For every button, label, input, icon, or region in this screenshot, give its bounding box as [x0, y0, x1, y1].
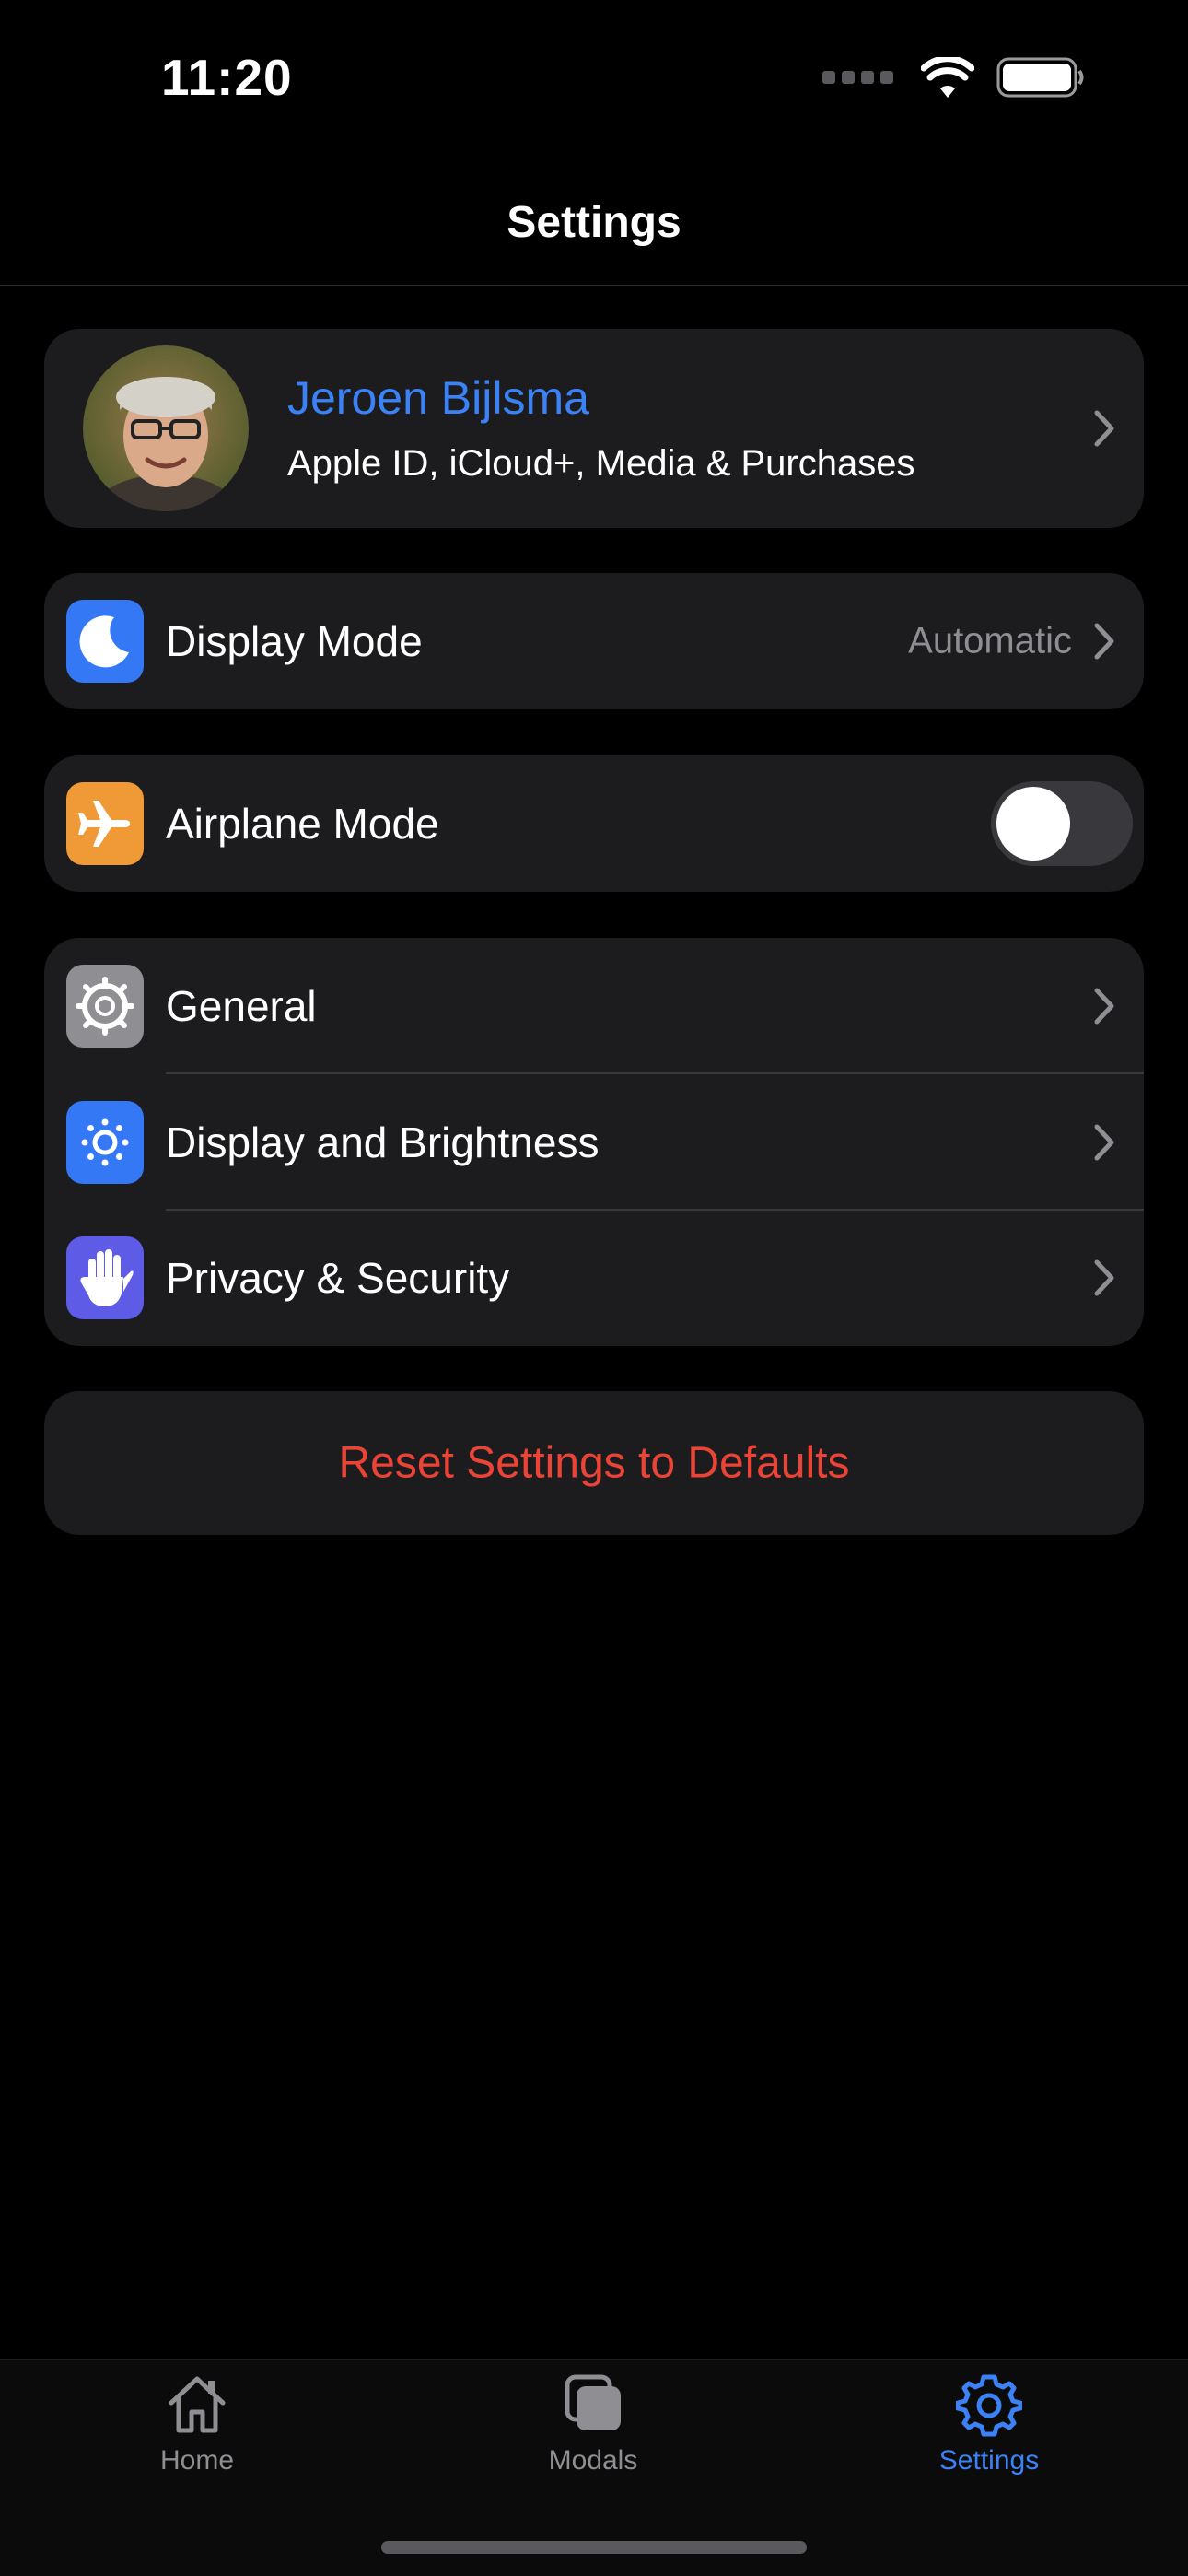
reset-settings-label: Reset Settings to Defaults	[338, 1438, 850, 1488]
tab-settings[interactable]: Settings	[869, 2371, 1109, 2510]
general-row[interactable]: General	[44, 938, 1144, 1074]
gear-icon	[66, 965, 144, 1048]
sun-icon	[66, 1101, 144, 1184]
tab-settings-label: Settings	[938, 2445, 1040, 2476]
airplane-mode-label: Airplane Mode	[166, 800, 439, 848]
profile-name: Jeroen Bijlsma	[287, 372, 589, 424]
house-icon	[169, 2376, 226, 2433]
privacy-security-label: Privacy & Security	[166, 1254, 510, 1302]
status-time: 11:20	[161, 49, 293, 106]
moon-icon	[66, 600, 144, 683]
hand-icon	[66, 1236, 144, 1319]
display-brightness-row[interactable]: Display and Brightness	[44, 1074, 1144, 1211]
reset-settings-button[interactable]: Reset Settings to Defaults	[44, 1391, 1144, 1535]
chevron-right-icon	[1094, 988, 1114, 1025]
chevron-right-icon	[1094, 1259, 1114, 1296]
display-mode-value: Automatic	[908, 620, 1072, 662]
display-brightness-label: Display and Brightness	[166, 1118, 600, 1166]
display-mode-row[interactable]: Display Mode Automatic	[44, 573, 1144, 709]
chevron-right-icon	[1094, 410, 1114, 447]
chevron-right-icon	[1094, 1124, 1114, 1161]
cellular-signal-icon	[822, 71, 893, 84]
tab-modals[interactable]: Modals	[473, 2371, 713, 2510]
gear-icon	[956, 2374, 1022, 2437]
stacked-squares-icon	[565, 2374, 621, 2430]
page-title: Settings	[507, 198, 681, 247]
avatar	[83, 345, 249, 511]
wifi-icon	[921, 57, 974, 98]
airplane-icon	[66, 782, 144, 865]
general-label: General	[166, 982, 317, 1030]
airplane-mode-row: Airplane Mode	[44, 755, 1144, 892]
settings-group: General Display and Brightness Privacy &…	[44, 938, 1144, 1346]
airplane-mode-toggle[interactable]	[991, 781, 1133, 866]
tab-home[interactable]: Home	[77, 2371, 317, 2510]
status-icons	[822, 57, 1085, 98]
navigation-bar: Settings	[0, 157, 1188, 286]
chevron-right-icon	[1094, 623, 1114, 660]
profile-card[interactable]: Jeroen Bijlsma Apple ID, iCloud+, Media …	[44, 329, 1144, 528]
battery-icon	[996, 57, 1084, 98]
profile-subtitle: Apple ID, iCloud+, Media & Purchases	[287, 443, 915, 484]
display-mode-label: Display Mode	[166, 617, 423, 665]
tab-modals-label: Modals	[548, 2445, 638, 2476]
privacy-security-row[interactable]: Privacy & Security	[44, 1210, 1144, 1346]
home-indicator	[381, 2541, 807, 2554]
toggle-knob	[996, 787, 1070, 861]
status-bar: 11:20	[0, 0, 1188, 157]
tab-home-label: Home	[159, 2445, 235, 2476]
